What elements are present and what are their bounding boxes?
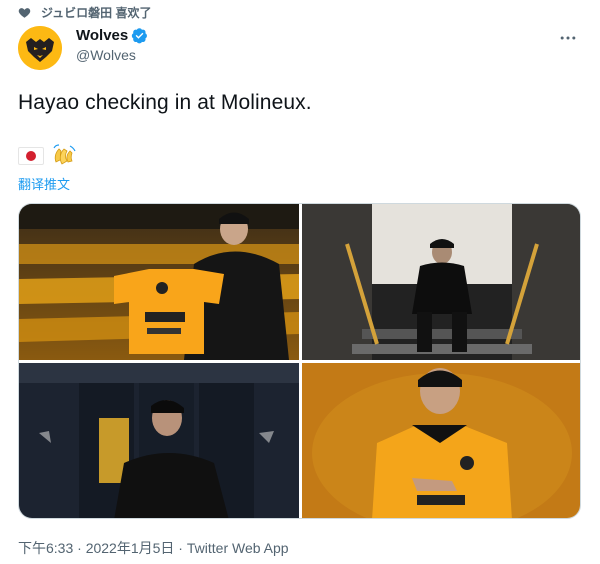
tweet-source[interactable]: Twitter Web App [187,540,289,556]
author-handle[interactable]: @Wolves [76,47,148,63]
emoji-row [18,143,78,169]
waving-hands-icon [53,144,76,165]
author-name-row[interactable]: Wolves [76,27,148,44]
tweet-header: Wolves @Wolves [18,26,584,70]
tweet-text: Hayao checking in at Molineux. [18,91,312,114]
author-display-name[interactable]: Wolves [76,27,128,44]
photo-3[interactable] [19,363,299,518]
more-options-button[interactable] [558,28,578,48]
photo-1[interactable] [19,204,299,360]
avatar[interactable] [18,26,62,70]
meta-separator: · [73,540,86,556]
heart-icon [18,7,31,18]
media-grid [18,203,581,519]
verified-badge-icon [132,28,148,44]
more-icon [560,36,576,40]
meta-separator: · [174,540,187,556]
tweet-metadata: 下午6:33 · 2022年1月5日 · Twitter Web App [18,538,289,558]
tweet-date[interactable]: 2022年1月5日 [86,540,175,556]
tweet-time[interactable]: 下午6:33 [18,540,73,556]
wolves-logo-icon [18,26,62,70]
social-context[interactable]: ジュビロ磐田 喜欢了 [18,3,152,21]
photo-4[interactable] [302,363,580,518]
translate-tweet-link[interactable]: 翻译推文 [18,174,70,193]
japan-flag-icon [18,147,44,165]
photo-2[interactable] [302,204,580,360]
social-context-text: ジュビロ磐田 喜欢了 [41,5,152,20]
